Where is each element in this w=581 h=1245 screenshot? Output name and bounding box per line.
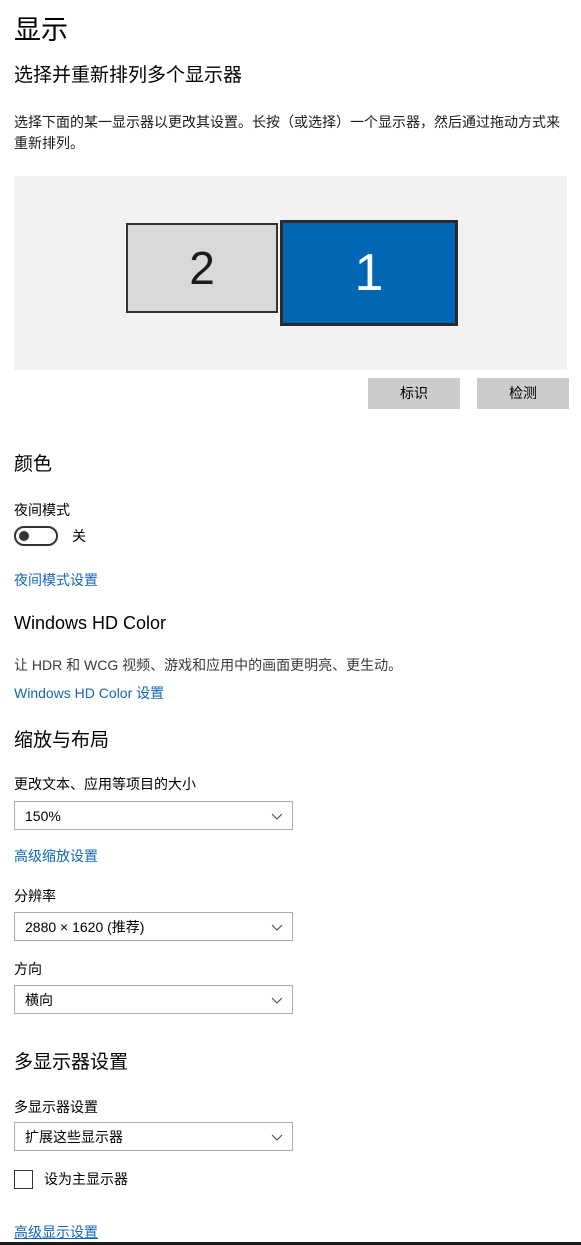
monitor-number-1: 1 [354,244,384,302]
arrange-displays-heading: 选择并重新排列多个显示器 [14,65,243,86]
arrange-displays-description: 选择下面的某一显示器以更改其设置。长按（或选择）一个显示器，然后通过拖动方式来重… [14,114,560,151]
make-main-display-checkbox[interactable] [14,1169,33,1189]
hd-color-description: 让 HDR 和 WCG 视频、游戏和应用中的画面更明亮、更生动。 [14,657,403,673]
chevron-down-icon [270,993,284,1007]
night-light-label: 夜间模式 [14,502,70,518]
resolution-label: 分辨率 [14,888,56,904]
scale-dropdown[interactable]: 150% [14,801,293,830]
multiple-displays-dropdown-value: 扩展这些显示器 [25,1128,123,1145]
toggle-knob [19,531,29,541]
make-main-display-label: 设为主显示器 [44,1171,128,1187]
multiple-displays-heading: 多显示器设置 [14,1052,129,1073]
advanced-display-settings-link[interactable]: 高级显示设置 [14,1222,98,1242]
chevron-down-icon [270,1130,284,1144]
display-arrangement-canvas[interactable]: 2 1 [14,176,567,370]
hd-color-heading: Windows HD Color [14,613,167,633]
display-settings-page: 显示 选择并重新排列多个显示器 选择下面的某一显示器以更改其设置。长按（或选择）… [0,0,581,1245]
color-section-heading: 颜色 [14,454,53,475]
night-light-settings-link[interactable]: 夜间模式设置 [14,570,98,590]
multiple-displays-dropdown[interactable]: 扩展这些显示器 [14,1122,293,1151]
scale-size-label: 更改文本、应用等项目的大小 [14,776,196,792]
orientation-dropdown-value: 横向 [25,991,53,1008]
scale-layout-heading: 缩放与布局 [14,730,110,751]
page-title: 显示 [14,15,68,45]
hd-color-settings-link[interactable]: Windows HD Color 设置 [14,683,164,703]
monitor-thumbnail-1[interactable]: 1 [280,220,458,326]
make-main-display-row[interactable]: 设为主显示器 [14,1169,128,1189]
night-light-state-text: 关 [72,528,86,544]
resolution-dropdown[interactable]: 2880 × 1620 (推荐) [14,912,293,941]
chevron-down-icon [270,920,284,934]
scale-dropdown-value: 150% [25,807,61,824]
chevron-down-icon [270,809,284,823]
monitor-number-2: 2 [189,242,215,294]
night-light-toggle[interactable] [14,526,58,546]
monitor-thumbnail-2[interactable]: 2 [126,223,278,313]
orientation-label: 方向 [14,961,42,977]
resolution-dropdown-value: 2880 × 1620 (推荐) [25,918,145,935]
orientation-dropdown[interactable]: 横向 [14,985,293,1014]
multiple-displays-mode-label: 多显示器设置 [14,1099,98,1115]
identify-button[interactable]: 标识 [368,378,460,409]
detect-button[interactable]: 检测 [477,378,569,409]
night-light-toggle-row: 关 [14,526,86,546]
advanced-scaling-link[interactable]: 高级缩放设置 [14,846,98,866]
